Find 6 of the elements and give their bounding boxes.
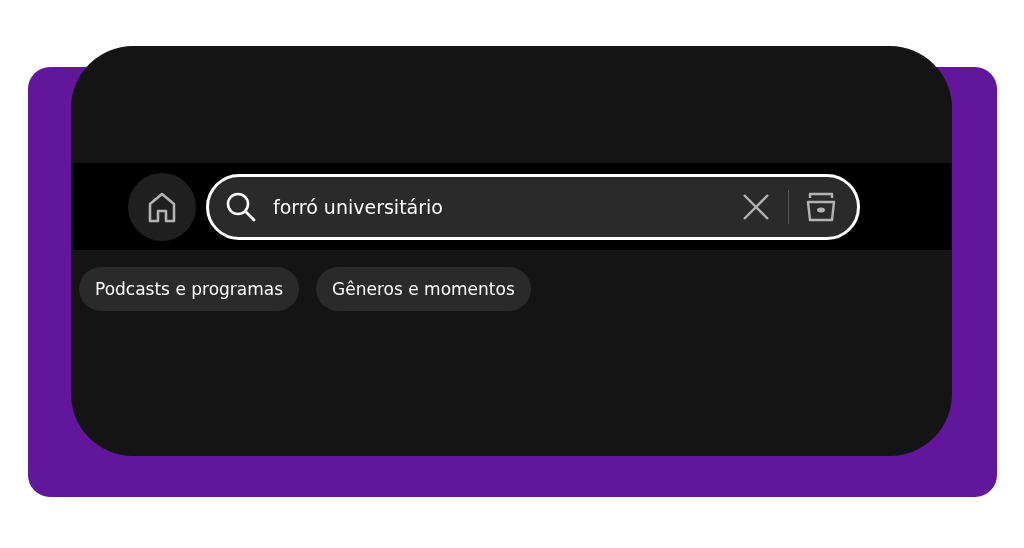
search-input[interactable]: forró universitário [273,195,742,218]
close-icon[interactable] [742,192,770,221]
filter-chip[interactable]: Podcasts e programas [79,267,300,311]
search-icon [225,190,257,223]
home-icon [147,190,177,223]
filter-chip[interactable]: Gêneros e momentos [316,267,531,311]
